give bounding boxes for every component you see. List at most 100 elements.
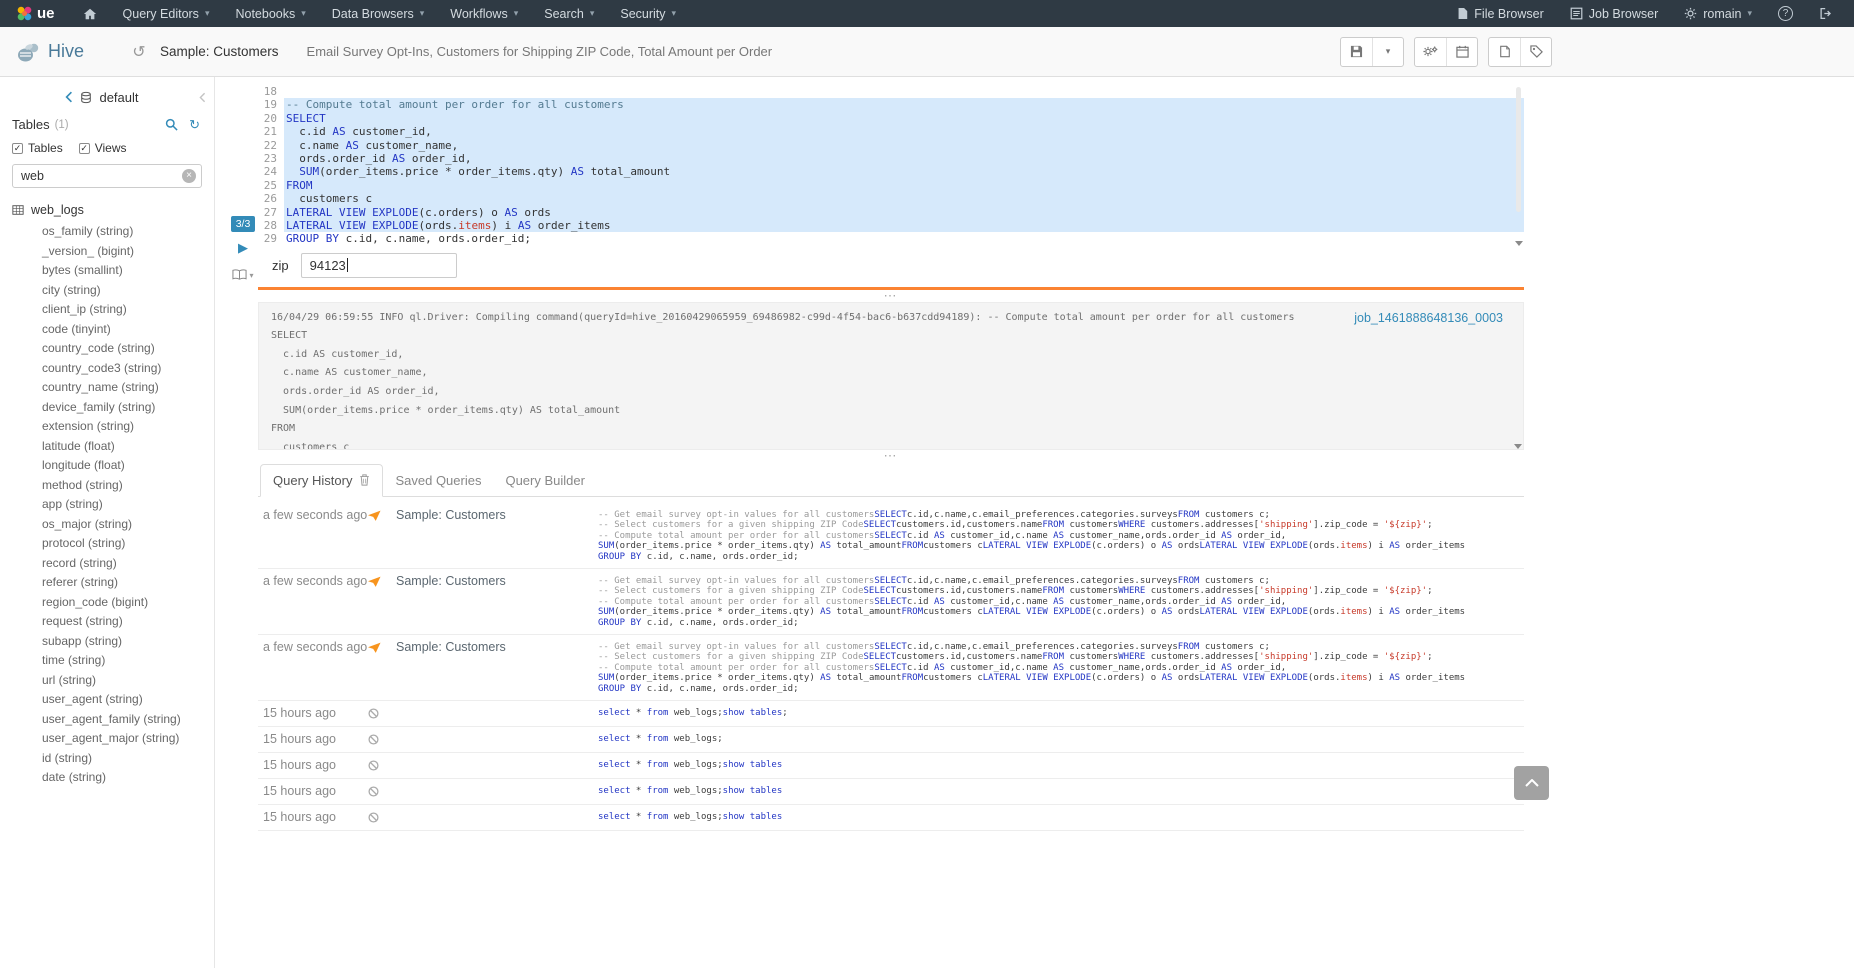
menu-search[interactable]: Search▾	[531, 0, 607, 27]
column-item[interactable]: region_code (bigint)	[0, 593, 214, 613]
column-item[interactable]: device_family (string)	[0, 398, 214, 418]
resize-handle[interactable]: ⋯	[258, 450, 1524, 462]
checkbox-checked-icon: ✓	[12, 143, 23, 154]
database-name[interactable]: default	[99, 90, 138, 105]
menu-data-browsers[interactable]: Data Browsers▾	[319, 0, 438, 27]
column-item[interactable]: client_ip (string)	[0, 300, 214, 320]
history-row[interactable]: 15 hours agoselect * from web_logs;show …	[258, 805, 1524, 831]
column-item[interactable]: os_major (string)	[0, 515, 214, 535]
scroll-down-icon[interactable]	[1515, 241, 1523, 246]
editor-line[interactable]: 21 c.id AS customer_id,	[258, 125, 1524, 138]
user-menu[interactable]: romain ▾	[1671, 0, 1765, 27]
job-link[interactable]: job_1461888648136_0003	[1354, 311, 1503, 325]
table-search-input[interactable]	[12, 164, 202, 188]
hive-app-link[interactable]: Hive	[0, 41, 118, 63]
file-browser-button[interactable]: File Browser	[1444, 0, 1556, 27]
column-item[interactable]: subapp (string)	[0, 632, 214, 652]
filter-views-checkbox[interactable]: ✓ Views	[79, 141, 127, 155]
editor-line[interactable]: 26 customers c	[258, 192, 1524, 205]
column-item[interactable]: method (string)	[0, 476, 214, 496]
editor-line[interactable]: 22 c.name AS customer_name,	[258, 139, 1524, 152]
column-item[interactable]: referer (string)	[0, 573, 214, 593]
tags-button[interactable]	[1520, 38, 1551, 66]
history-row[interactable]: a few seconds agoSample: Customers-- Get…	[258, 569, 1524, 635]
editor-line[interactable]: 29GROUP BY c.id, c.name, ords.order_id;	[258, 232, 1524, 245]
column-item[interactable]: extension (string)	[0, 417, 214, 437]
editor-line[interactable]: 27LATERAL VIEW EXPLODE(c.orders) o AS or…	[258, 206, 1524, 219]
column-item[interactable]: user_agent_major (string)	[0, 729, 214, 749]
column-item[interactable]: app (string)	[0, 495, 214, 515]
hue-logo[interactable]: ue	[0, 5, 70, 22]
refresh-icon[interactable]: ↻	[189, 118, 200, 131]
column-item[interactable]: url (string)	[0, 671, 214, 691]
scrollbar-thumb[interactable]	[1516, 87, 1521, 212]
column-item[interactable]: record (string)	[0, 554, 214, 574]
history-row[interactable]: 15 hours agoselect * from web_logs;show …	[258, 701, 1524, 727]
scroll-to-top-button[interactable]	[1514, 766, 1549, 800]
history-row[interactable]: a few seconds agoSample: Customers-- Get…	[258, 503, 1524, 569]
query-history-icon[interactable]: ↺	[118, 42, 160, 62]
filter-tables-checkbox[interactable]: ✓ Tables	[12, 141, 63, 155]
column-item[interactable]: bytes (smallint)	[0, 261, 214, 281]
clear-history-icon[interactable]	[359, 474, 370, 486]
editor-line[interactable]: 24 SUM(order_items.price * order_items.q…	[258, 165, 1524, 178]
column-item[interactable]: time (string)	[0, 651, 214, 671]
column-item[interactable]: code (tinyint)	[0, 320, 214, 340]
tab-query-history[interactable]: Query History	[260, 464, 383, 497]
column-item[interactable]: longitude (float)	[0, 456, 214, 476]
column-item[interactable]: date (string)	[0, 768, 214, 788]
context-button[interactable]: ▾	[232, 269, 253, 281]
tab-query-builder[interactable]: Query Builder	[493, 464, 596, 497]
editor-line[interactable]: 18	[258, 85, 1524, 98]
clear-search-icon[interactable]: ×	[182, 169, 196, 183]
column-item[interactable]: user_agent (string)	[0, 690, 214, 710]
scroll-down-icon[interactable]	[1514, 444, 1522, 449]
sql-editor[interactable]: 1819-- Compute total amount per order fo…	[258, 85, 1524, 246]
editor-line[interactable]: 20SELECT	[258, 112, 1524, 125]
home-button[interactable]	[70, 0, 110, 27]
query-settings-button[interactable]	[1415, 38, 1446, 66]
editor-line[interactable]: 28LATERAL VIEW EXPLODE(ords.items) i AS …	[258, 219, 1524, 232]
column-item[interactable]: city (string)	[0, 281, 214, 301]
table-item-web-logs[interactable]: web_logs	[0, 203, 214, 217]
history-row[interactable]: 15 hours agoselect * from web_logs;show …	[258, 779, 1524, 805]
column-item[interactable]: latitude (float)	[0, 437, 214, 457]
log-scrollbar[interactable]	[1512, 303, 1523, 449]
collapse-sidebar-icon[interactable]	[199, 92, 206, 103]
menu-workflows[interactable]: Workflows▾	[437, 0, 531, 27]
editor-line[interactable]: 19-- Compute total amount per order for …	[258, 98, 1524, 111]
column-item[interactable]: id (string)	[0, 749, 214, 769]
schedule-button[interactable]	[1446, 38, 1477, 66]
hive-app-bar: Hive ↺ Sample: Customers Email Survey Op…	[0, 27, 1854, 77]
history-time: 15 hours ago	[258, 810, 368, 825]
column-item[interactable]: country_code (string)	[0, 339, 214, 359]
save-button[interactable]	[1341, 38, 1372, 66]
save-options-button[interactable]: ▾	[1372, 38, 1403, 66]
job-browser-button[interactable]: Job Browser	[1557, 0, 1671, 27]
history-row[interactable]: a few seconds agoSample: Customers-- Get…	[258, 635, 1524, 701]
back-chevron-icon[interactable]	[65, 91, 73, 103]
history-row[interactable]: 15 hours agoselect * from web_logs;	[258, 727, 1524, 753]
new-query-button[interactable]	[1489, 38, 1520, 66]
editor-line[interactable]: 25FROM	[258, 179, 1524, 192]
column-item[interactable]: country_code3 (string)	[0, 359, 214, 379]
help-button[interactable]: ?	[1765, 0, 1806, 27]
logout-button[interactable]	[1806, 0, 1846, 27]
menu-query-editors[interactable]: Query Editors▾	[110, 0, 223, 27]
editor-scrollbar[interactable]	[1513, 85, 1524, 246]
column-item[interactable]: user_agent_family (string)	[0, 710, 214, 730]
editor-line[interactable]: 23 ords.order_id AS order_id,	[258, 152, 1524, 165]
resize-handle[interactable]: ⋯	[258, 290, 1524, 302]
menu-notebooks[interactable]: Notebooks▾	[222, 0, 318, 27]
column-item[interactable]: request (string)	[0, 612, 214, 632]
column-item[interactable]: protocol (string)	[0, 534, 214, 554]
column-item[interactable]: os_family (string)	[0, 222, 214, 242]
search-icon[interactable]	[165, 118, 178, 131]
zip-variable-input[interactable]: 94123	[301, 253, 457, 278]
tab-saved-queries[interactable]: Saved Queries	[383, 464, 493, 497]
column-item[interactable]: country_name (string)	[0, 378, 214, 398]
execute-button[interactable]: ▶	[238, 240, 248, 256]
history-row[interactable]: 15 hours agoselect * from web_logs;show …	[258, 753, 1524, 779]
column-item[interactable]: _version_ (bigint)	[0, 242, 214, 262]
menu-security[interactable]: Security▾	[607, 0, 689, 27]
